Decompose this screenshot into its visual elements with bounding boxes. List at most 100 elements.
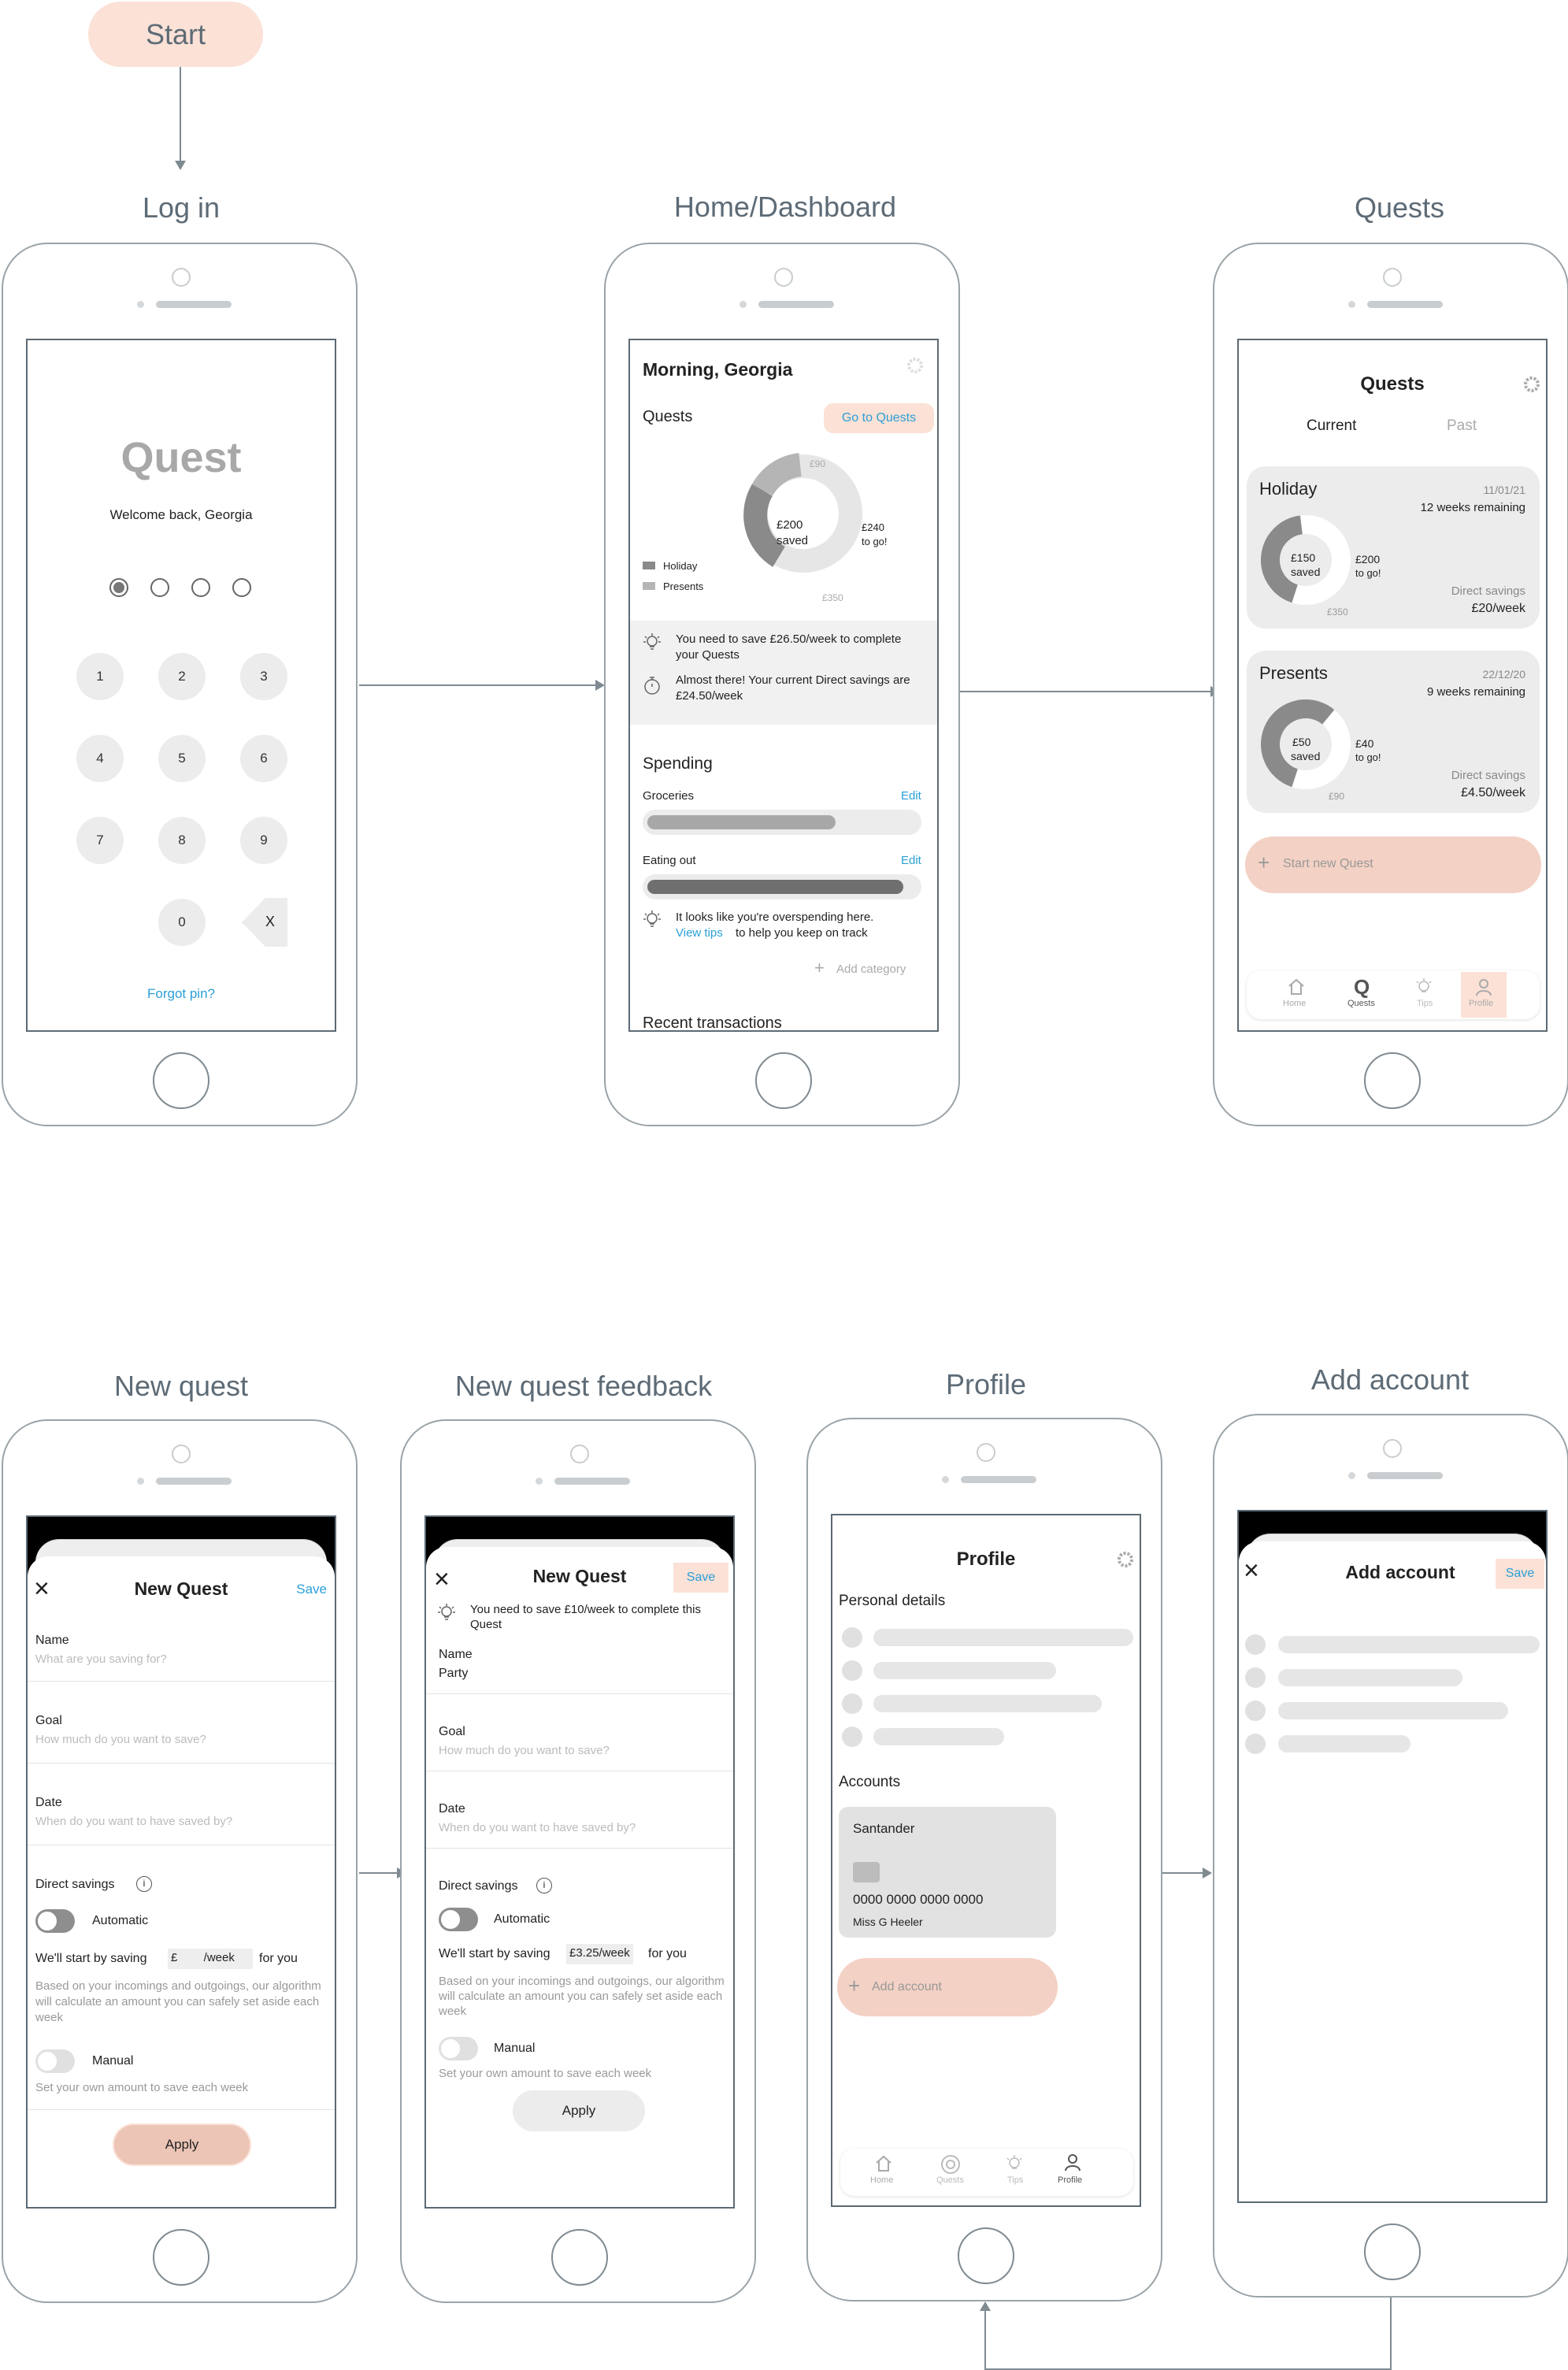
key-4[interactable]: 4 — [76, 735, 124, 782]
apply-button[interactable]: Apply — [513, 2090, 645, 2131]
date-input[interactable]: When do you want to have saved by? — [35, 1815, 232, 1828]
togo-amount: £240 — [862, 521, 884, 533]
lightbulb-icon[interactable] — [1414, 977, 1434, 997]
add-category-button[interactable]: Add category — [836, 962, 906, 976]
manual-toggle[interactable] — [35, 2049, 75, 2073]
screen-quests: Quests Current Past Holiday 11/01/21 12 … — [1237, 339, 1548, 1032]
date-input[interactable]: When do you want to have saved by? — [439, 1821, 636, 1834]
togo-word: to go! — [862, 536, 888, 547]
camera — [1383, 1439, 1402, 1458]
forgot-pin-link[interactable]: Forgot pin? — [28, 986, 335, 1002]
nav-quests[interactable]: Quests — [936, 2175, 964, 2185]
info-icon[interactable]: i — [136, 1876, 152, 1892]
quests-icon[interactable] — [940, 2153, 962, 2175]
goal-input[interactable]: How much do you want to save? — [439, 1744, 610, 1757]
quests-icon[interactable]: Q — [1354, 975, 1370, 1000]
home-icon[interactable] — [1286, 977, 1307, 997]
saved-amount: £200 — [777, 518, 803, 532]
home-icon[interactable] — [873, 2153, 894, 2174]
backspace-key[interactable]: X — [242, 898, 289, 947]
quest-saved: £150 — [1291, 551, 1316, 564]
goal-input[interactable]: How much do you want to save? — [35, 1733, 206, 1746]
manual-toggle[interactable] — [439, 2037, 478, 2060]
tab-current[interactable]: Current — [1307, 417, 1356, 435]
timer-icon — [644, 677, 660, 695]
amount-input[interactable]: £3.25/week — [566, 1944, 633, 1964]
start-label: Start — [145, 17, 206, 50]
key-1[interactable]: 1 — [76, 653, 124, 700]
overspend-tip-cont: to help you keep on track — [736, 926, 868, 940]
edit-eating-out-link[interactable]: Edit — [901, 854, 921, 867]
for-you-text: for you — [648, 1947, 687, 1960]
key-7[interactable]: 7 — [76, 817, 124, 864]
app-logo: Quest — [120, 434, 242, 481]
home-button[interactable] — [755, 1052, 812, 1109]
home-button[interactable] — [1364, 1052, 1421, 1109]
save-button[interactable]: Save — [673, 1563, 728, 1593]
arrow-start-login — [175, 161, 186, 170]
lightbulb-icon[interactable] — [1004, 2153, 1025, 2174]
connector-login-home — [359, 684, 597, 686]
tip1-text: You need to save £26.50/week to complete… — [676, 632, 902, 662]
home-button[interactable] — [1364, 2223, 1421, 2280]
start-new-quest-label: Start new Quest — [1283, 857, 1373, 870]
gear-icon[interactable] — [1522, 375, 1541, 394]
title-profile: Profile — [945, 1368, 1027, 1400]
greeting: Morning, Georgia — [643, 359, 793, 380]
home-button[interactable] — [153, 2229, 209, 2286]
add-account-button[interactable] — [837, 1958, 1058, 2016]
new-quest-sheet: × New Quest Save Name What are you savin… — [28, 1556, 335, 2207]
key-2[interactable]: 2 — [158, 653, 206, 700]
key-5[interactable]: 5 — [158, 735, 206, 782]
home-button[interactable] — [153, 1052, 209, 1109]
manual-label: Manual — [92, 2054, 134, 2068]
info-icon[interactable]: i — [536, 1878, 552, 1893]
direct-savings-label: Direct savings — [1451, 584, 1525, 598]
nav-profile[interactable]: Profile — [1058, 2175, 1082, 2185]
gear-icon[interactable] — [1116, 1550, 1135, 1569]
donut-label-bottom: £350 — [822, 592, 843, 603]
legend-presents: Presents — [663, 580, 704, 592]
tab-past[interactable]: Past — [1447, 417, 1477, 435]
speaker — [1367, 301, 1443, 308]
apply-button[interactable]: Apply — [113, 2123, 251, 2166]
home-button[interactable] — [551, 2229, 608, 2286]
divider — [28, 2109, 335, 2110]
nav-home[interactable]: Home — [870, 2175, 893, 2185]
home-button[interactable] — [958, 2227, 1014, 2284]
sensor — [137, 1478, 144, 1485]
algorithm-text: Based on your incomings and outgoings, o… — [35, 1979, 321, 2024]
name-input[interactable]: Party — [439, 1667, 468, 1681]
donut-label-top: £90 — [810, 458, 826, 469]
automatic-toggle[interactable] — [439, 1908, 478, 1931]
view-tips-link[interactable]: View tips — [676, 926, 723, 940]
user-icon[interactable] — [1062, 2152, 1083, 2172]
nav-tips[interactable]: Tips — [1007, 2175, 1023, 2185]
edit-groceries-link[interactable]: Edit — [901, 789, 921, 803]
key-8[interactable]: 8 — [158, 817, 206, 864]
lightbulb-icon — [643, 633, 661, 650]
nav-quests[interactable]: Quests — [1347, 999, 1375, 1008]
amount-input[interactable]: £ /week — [168, 1949, 253, 1969]
user-icon[interactable] — [1473, 977, 1494, 997]
manual-label: Manual — [494, 2042, 536, 2055]
key-0[interactable]: 0 — [158, 899, 206, 946]
placeholder-dot — [1245, 1701, 1266, 1721]
phone-home: Morning, Georgia Quests Go to Quests £90… — [604, 243, 960, 1126]
key-9[interactable]: 9 — [240, 817, 287, 864]
go-to-quests-button[interactable]: Go to Quests — [824, 403, 934, 433]
save-button[interactable]: Save — [1496, 1559, 1544, 1589]
automatic-toggle[interactable] — [35, 1909, 75, 1933]
nav-profile[interactable]: Profile — [1469, 999, 1493, 1008]
save-button[interactable]: Save — [296, 1582, 327, 1597]
placeholder-dot — [842, 1727, 862, 1747]
personal-details-heading: Personal details — [839, 1593, 946, 1609]
placeholder-line — [873, 1695, 1102, 1712]
nav-home[interactable]: Home — [1283, 999, 1306, 1008]
name-input[interactable]: What are you saving for? — [35, 1652, 167, 1666]
key-3[interactable]: 3 — [240, 653, 287, 700]
gear-icon[interactable] — [906, 356, 925, 375]
direct-savings-heading: Direct savings — [439, 1879, 518, 1893]
key-6[interactable]: 6 — [240, 735, 287, 782]
nav-tips[interactable]: Tips — [1417, 999, 1433, 1008]
